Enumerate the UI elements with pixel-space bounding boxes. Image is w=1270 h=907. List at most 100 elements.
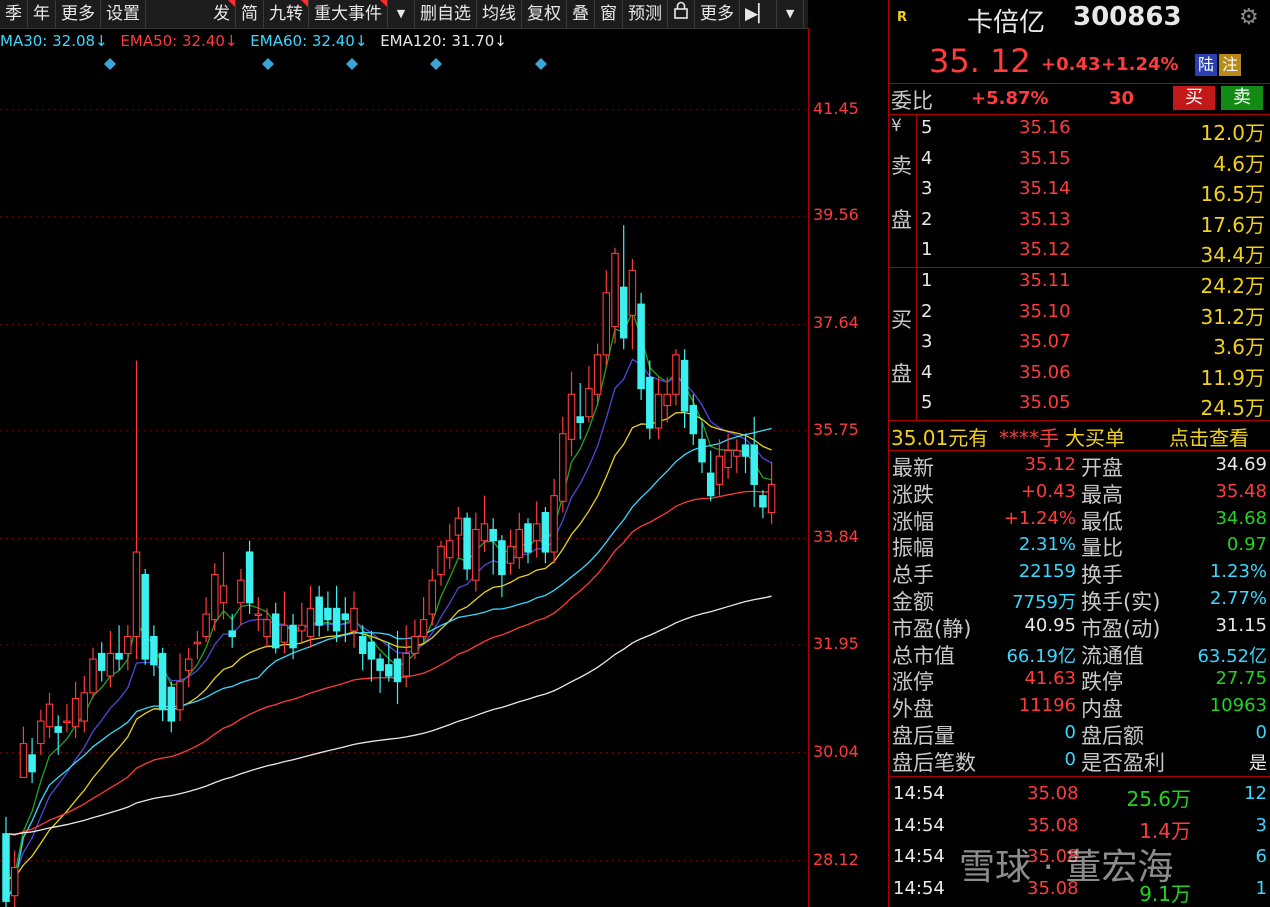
candle-body <box>385 664 393 677</box>
candle-body <box>306 607 315 638</box>
tick-count: 6 <box>1255 846 1267 867</box>
candle-body <box>124 635 132 654</box>
candle-body <box>759 495 767 508</box>
candle-body <box>524 523 532 553</box>
stat-value: 7759万 <box>1012 592 1076 613</box>
ask-volume: 4.6万 <box>1213 151 1265 176</box>
candle-body <box>611 252 619 328</box>
weibi-row: 委比 +5.87% 30 买 卖 <box>889 84 1270 114</box>
candle-body <box>176 681 184 711</box>
candle-body <box>445 540 454 559</box>
yen-icon: ¥ <box>891 116 902 136</box>
candle-body <box>628 269 637 316</box>
stat-label: 盘后笔数 <box>892 750 976 775</box>
candle-body <box>541 512 550 553</box>
event-marker-icon <box>346 58 358 70</box>
big-order-bar[interactable]: 35.01元有 ****手 大买单 点击查看 <box>889 421 1270 451</box>
stat-value: 22159 <box>1018 561 1076 583</box>
candle-body <box>167 686 176 722</box>
candle-body <box>341 613 350 621</box>
bid-price: 35.05 <box>1019 392 1071 413</box>
candle-body <box>158 652 167 711</box>
weibi-pct: +5.87% <box>971 88 1049 109</box>
y-tick-label: 33.84 <box>813 527 859 547</box>
candle-body <box>19 743 28 778</box>
stat-label: 市盈(静) <box>892 616 972 641</box>
stat-label: 开盘 <box>1081 456 1123 480</box>
tick-time: 14:54 <box>893 877 945 899</box>
candle-body <box>245 551 254 604</box>
ema-legend-item: EMA50: 32.40↓ <box>120 32 238 50</box>
candle-body <box>619 286 628 339</box>
candle-body <box>532 523 541 542</box>
publish-button[interactable]: 发 <box>208 0 236 28</box>
bid-price: 35.06 <box>1019 361 1071 383</box>
candle-body <box>602 292 611 356</box>
bid-level-number: 1 <box>921 270 933 291</box>
price-change-pct: +1.24% <box>1101 54 1179 75</box>
buy-button[interactable]: 买 <box>1173 86 1215 110</box>
weibi-label: 委比 <box>891 89 933 113</box>
y-tick-label: 35.75 <box>813 419 859 439</box>
ask-price: 35.15 <box>1019 147 1071 169</box>
candle-body <box>37 720 45 745</box>
settings-button[interactable]: 设置 <box>101 0 146 28</box>
weibi-diff: 30 <box>1109 88 1135 109</box>
lock-icon[interactable] <box>668 0 695 28</box>
stat-value: 66.19亿 <box>1006 645 1076 667</box>
forecast-button[interactable]: 预测 <box>623 0 668 28</box>
event-marker-icon <box>262 58 274 70</box>
hk-connect-badge: 陆 <box>1195 54 1217 76</box>
stock-code: 300863 <box>1073 2 1182 32</box>
major-events-button[interactable]: 重大事件 <box>309 0 388 28</box>
chevron-down-icon[interactable]: ▼ <box>388 0 415 28</box>
stat-value: 10963 <box>1209 695 1267 717</box>
tick-count: 12 <box>1244 783 1267 804</box>
candle-body <box>428 579 437 615</box>
adjust-button[interactable]: 复权 <box>522 0 567 28</box>
candle-body <box>715 455 724 485</box>
tick-price: 35.08 <box>1027 814 1079 836</box>
bid-volume: 3.6万 <box>1213 335 1265 359</box>
stat-label: 总市值 <box>892 643 955 668</box>
sell-button[interactable]: 卖 <box>1221 86 1263 110</box>
stat-label: 量比 <box>1081 536 1123 561</box>
stat-label: 跌停 <box>1081 670 1123 695</box>
stat-value: 27.75 <box>1215 668 1267 690</box>
bid-level-number: 3 <box>921 331 933 352</box>
view-big-order-link[interactable]: 点击查看 <box>1169 422 1249 451</box>
gear-icon[interactable]: ⚙ <box>1239 5 1259 30</box>
period-more-button[interactable]: 更多 <box>56 0 101 28</box>
candle-body <box>237 579 245 604</box>
toolbar-more-button[interactable]: 更多 <box>695 0 740 28</box>
ask-price: 35.12 <box>1019 239 1071 260</box>
y-tick-label: 39.56 <box>813 205 859 225</box>
y-tick-label: 30.04 <box>813 741 859 761</box>
simple-button[interactable]: 简 <box>236 0 264 28</box>
watermark: 雪球 · 董宏海 <box>959 847 1174 888</box>
candlestick-chart[interactable] <box>0 28 808 907</box>
stat-value: 1.23% <box>1209 561 1267 583</box>
overlay-button[interactable]: 叠 <box>567 0 595 28</box>
jump-end-icon[interactable]: ▶▏ <box>740 0 778 28</box>
stat-value: 是 <box>1249 752 1267 774</box>
candle-body <box>419 619 428 638</box>
stat-value: 11196 <box>1018 695 1076 717</box>
tick-volume: 25.6万 <box>1126 787 1191 811</box>
stat-value: 31.15 <box>1215 614 1267 636</box>
nine-turn-button[interactable]: 九转 <box>264 0 309 28</box>
big-order-hands: ****手 <box>999 426 1059 450</box>
ask-price: 35.14 <box>1019 178 1071 199</box>
chevron-down-icon[interactable]: ▼ <box>777 0 805 28</box>
candle-body <box>228 630 236 638</box>
candle-body <box>367 641 376 660</box>
candle-body <box>654 393 663 429</box>
stat-label: 市盈(动) <box>1081 616 1161 641</box>
candle-body <box>567 393 576 440</box>
window-button[interactable]: 窗 <box>595 0 623 28</box>
period-year-button[interactable]: 年 <box>28 0 56 28</box>
moving-average-button[interactable]: 均线 <box>477 0 522 28</box>
remove-watchlist-button[interactable]: 删自选 <box>415 0 477 28</box>
candle-body <box>54 726 62 733</box>
period-season-button[interactable]: 季 <box>0 0 28 28</box>
